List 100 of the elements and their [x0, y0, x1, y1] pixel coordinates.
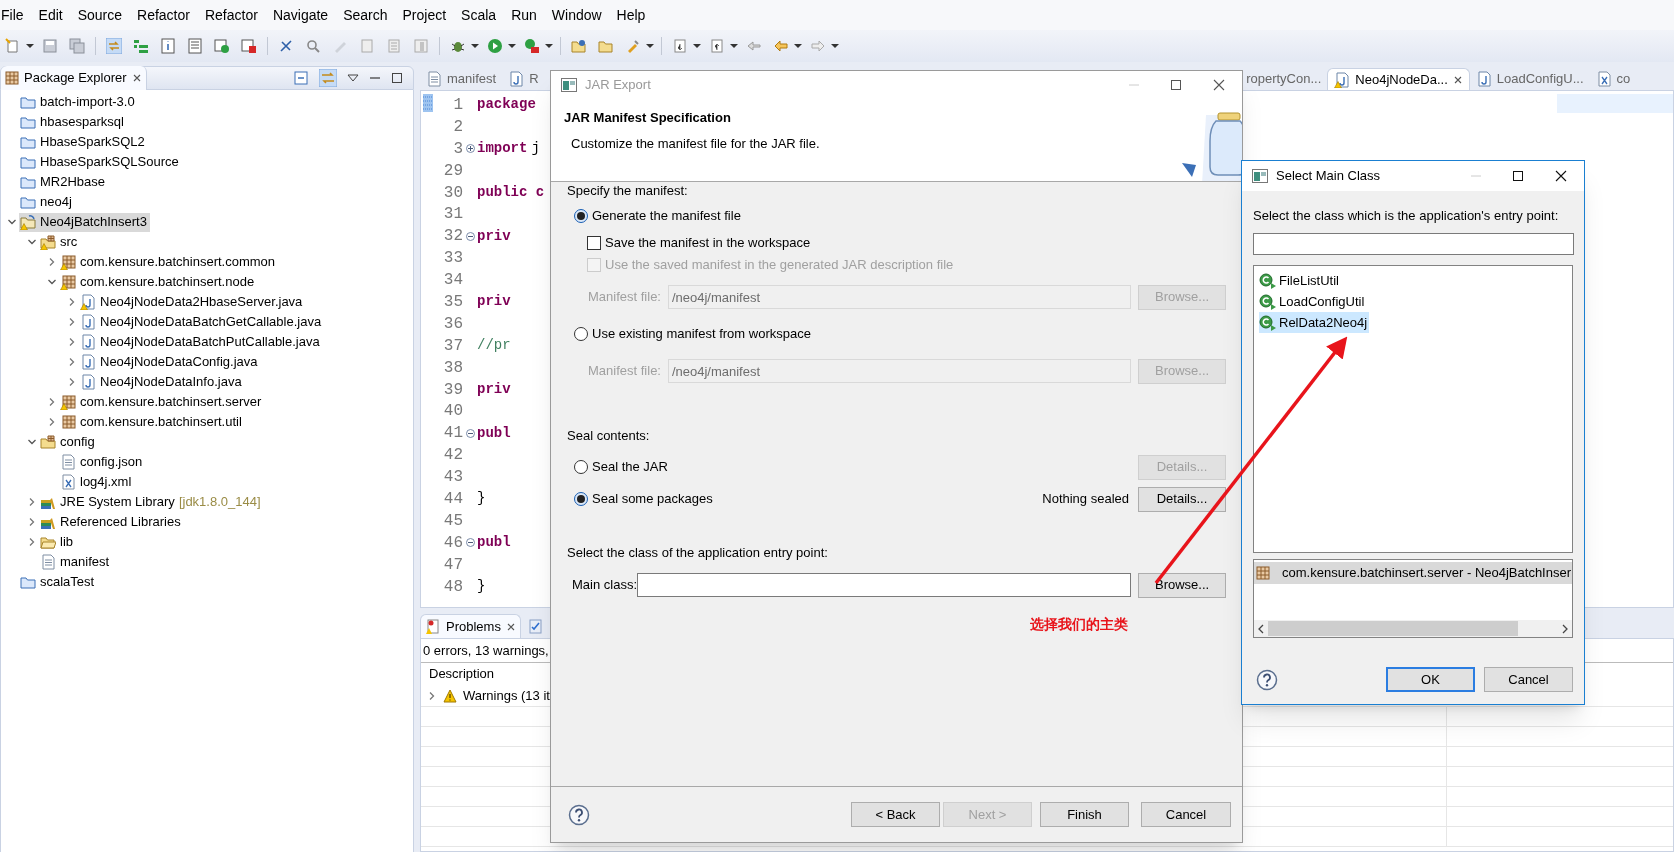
collapse-chevron-icon[interactable] — [47, 277, 57, 287]
collapse-all-icon[interactable] — [293, 70, 309, 86]
list-item[interactable]: RelData2Neo4j — [1259, 312, 1370, 333]
tree-item[interactable]: batch-import-3.0 — [19, 92, 138, 112]
button[interactable]: Finish — [1040, 802, 1129, 827]
view-tab[interactable]: Problems — [420, 614, 521, 638]
horizontal-scrollbar[interactable] — [1254, 620, 1572, 637]
back-icon[interactable] — [773, 38, 789, 54]
menu-item[interactable]: Scala — [460, 4, 498, 26]
fold-collapse-icon[interactable] — [465, 231, 475, 241]
expand-chevron-icon[interactable] — [427, 690, 437, 701]
tree-item[interactable]: neo4j — [19, 192, 75, 212]
tree-item[interactable]: manifest — [39, 552, 113, 572]
menu-item[interactable]: Window — [550, 4, 603, 26]
new-icon[interactable] — [5, 38, 21, 54]
close-icon[interactable] — [1554, 169, 1568, 183]
expand-chevron-icon[interactable] — [67, 337, 77, 347]
dropdown-caret-icon[interactable] — [794, 42, 802, 50]
dropdown-caret-icon[interactable] — [545, 42, 553, 50]
console-icon[interactable] — [214, 38, 230, 54]
menu-item[interactable]: Run — [510, 4, 538, 26]
tree-item[interactable]: com.kensure.batchinsert.node — [59, 272, 258, 292]
dropdown-caret-icon[interactable] — [831, 42, 839, 50]
button[interactable]: OK — [1386, 667, 1475, 692]
fold-collapse-icon[interactable] — [465, 538, 475, 548]
list-item[interactable]: LoadConfigUtil — [1259, 291, 1367, 312]
button[interactable]: Browse... — [1138, 572, 1226, 598]
dropdown-caret-icon[interactable] — [693, 42, 701, 50]
maximize-icon[interactable] — [391, 72, 403, 84]
button[interactable]: < Back — [851, 802, 940, 827]
run-icon[interactable] — [487, 38, 503, 54]
text-field[interactable] — [637, 573, 1132, 597]
next-annotation-icon[interactable] — [672, 38, 688, 54]
expand-chevron-icon[interactable] — [67, 357, 77, 367]
menu-item[interactable]: File — [0, 4, 25, 26]
menu-item[interactable]: Source — [76, 4, 124, 26]
radio-button[interactable]: Seal some packages — [574, 489, 713, 509]
maximize-icon[interactable] — [1512, 170, 1524, 182]
tree-item[interactable]: Neo4jBatchInsert3 — [19, 212, 150, 232]
info-icon[interactable] — [160, 38, 176, 54]
collapse-chevron-icon[interactable] — [27, 437, 37, 447]
checkbox[interactable]: Save the manifest in the workspace — [587, 233, 811, 253]
tree-item[interactable]: com.kensure.batchinsert.server — [59, 392, 265, 412]
tree-item[interactable]: com.kensure.batchinsert.common — [59, 252, 279, 272]
editor-tab[interactable]: Neo4jNodeDa... — [1327, 68, 1470, 90]
expand-chevron-icon[interactable] — [27, 537, 37, 547]
collapse-chevron-icon[interactable] — [7, 217, 17, 227]
hierarchy-icon[interactable] — [133, 38, 149, 54]
tree-item[interactable]: JRE System Library [jdk1.8.0_144] — [39, 492, 264, 512]
expand-chevron-icon[interactable] — [27, 517, 37, 527]
run-tool-icon[interactable] — [524, 38, 540, 54]
list-item[interactable]: com.kensure.batchinsert.server - Neo4jBatchInser — [1254, 562, 1572, 584]
radio-button[interactable]: Seal the JAR — [574, 457, 668, 477]
tree-item[interactable]: HbaseSparkSQL2 — [19, 132, 148, 152]
list-item[interactable]: FileListUtil — [1259, 270, 1341, 291]
menu-item[interactable]: Search — [342, 4, 389, 26]
tree-item[interactable]: MR2Hbase — [19, 172, 109, 192]
fold-collapse-icon[interactable] — [465, 428, 475, 438]
dropdown-caret-icon[interactable] — [471, 42, 479, 50]
menu-item[interactable]: Edit — [37, 4, 64, 26]
menu-item[interactable]: Refactor — [203, 4, 259, 26]
run-external-icon[interactable] — [241, 38, 257, 54]
menu-item[interactable]: Help — [615, 4, 647, 26]
tree-item[interactable]: com.kensure.batchinsert.util — [59, 412, 245, 432]
radio-button[interactable]: Use existing manifest from workspace — [574, 324, 811, 344]
tree-item[interactable]: Referenced Libraries — [39, 512, 184, 532]
tree-item[interactable]: log4j.xml — [59, 472, 135, 492]
close-icon[interactable] — [1212, 78, 1226, 92]
search-icon[interactable] — [305, 38, 321, 54]
dropdown-caret-icon[interactable] — [508, 42, 516, 50]
save-icon[interactable] — [42, 38, 58, 54]
tree-item[interactable]: Neo4jNodeDataConfig.java — [79, 352, 261, 372]
open-folder-icon[interactable] — [571, 38, 587, 54]
fold-expand-icon[interactable] — [465, 144, 475, 154]
radio-button[interactable]: Generate the manifest file — [574, 206, 741, 226]
close-icon[interactable] — [131, 73, 142, 83]
tree-item[interactable]: scalaTest — [19, 572, 98, 592]
tree-item[interactable]: lib — [39, 532, 76, 552]
tree-item[interactable]: src — [39, 232, 81, 252]
menu-item[interactable]: Project — [401, 4, 448, 26]
tree-item[interactable]: Neo4jNodeData2HbaseServer.java — [79, 292, 306, 312]
tree-item[interactable]: config.json — [59, 452, 146, 472]
maximize-icon[interactable] — [1170, 79, 1182, 91]
expand-chevron-icon[interactable] — [47, 257, 57, 267]
tree-item[interactable]: config — [39, 432, 98, 452]
expand-chevron-icon[interactable] — [47, 417, 57, 427]
menu-item[interactable]: Navigate — [271, 4, 330, 26]
editor-tab[interactable]: LoadConfigU... — [1469, 68, 1590, 90]
close-icon[interactable] — [505, 621, 516, 632]
editor-tab[interactable]: ropertyCon... — [1240, 68, 1328, 90]
collapse-chevron-icon[interactable] — [27, 237, 37, 247]
menu-item[interactable]: Refactor — [136, 4, 191, 26]
help-icon[interactable] — [568, 803, 590, 826]
tree-item[interactable]: Neo4jNodeDataBatchGetCallable.java — [79, 312, 325, 332]
button[interactable]: Cancel — [1484, 667, 1573, 692]
help-icon[interactable] — [1256, 668, 1278, 691]
expand-chevron-icon[interactable] — [47, 397, 57, 407]
editor-tab[interactable]: co — [1589, 68, 1637, 90]
folder-icon[interactable] — [598, 38, 614, 54]
tree-item[interactable]: hbasesparksql — [19, 112, 127, 132]
